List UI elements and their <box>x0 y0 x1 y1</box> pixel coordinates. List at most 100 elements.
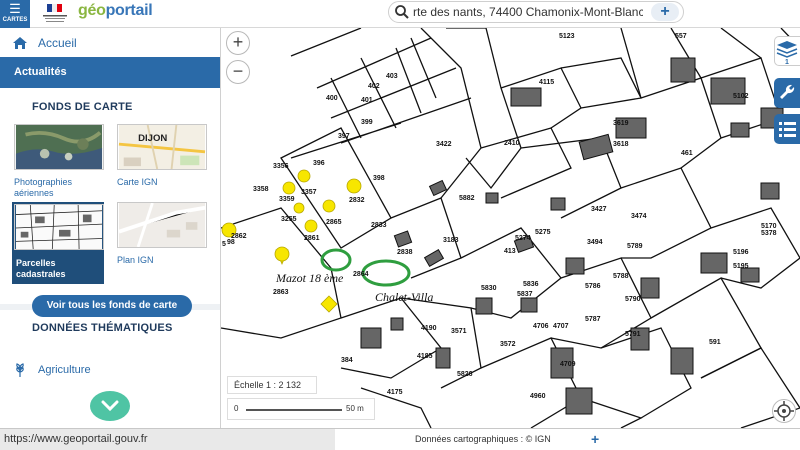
parcel-number: 398 <box>373 175 385 182</box>
parcel-number: 4175 <box>387 389 403 396</box>
parcel-number: 5790 <box>625 296 641 303</box>
parcel-number: 4185 <box>417 353 433 360</box>
parcel-number: 5196 <box>733 249 749 256</box>
parcel-number: 3357 <box>301 189 317 196</box>
parcel-number: 400 <box>326 95 338 102</box>
parcel-number: 5123 <box>559 33 575 40</box>
brand-suffix: portail <box>105 2 153 19</box>
fonds-section-title: FONDS DE CARTE <box>32 101 133 113</box>
parcel-number: 2863 <box>273 289 289 296</box>
fond-parcelles-cadastrales[interactable]: Parcelles cadastrales <box>12 202 104 284</box>
sidebar: Accueil Actualités FONDS DE CARTE Photog… <box>0 28 221 428</box>
search-icon[interactable] <box>394 4 410 20</box>
menu-icon: ☰ <box>9 1 21 16</box>
parcel-number: 3618 <box>613 141 629 148</box>
parcel-number: 98 <box>227 239 235 246</box>
top-bar: ☰ CARTES géoportail + <box>0 0 800 28</box>
parcel-number: 3474 <box>631 213 647 220</box>
home-link[interactable]: Accueil <box>0 28 220 57</box>
parcel-number: 3358 <box>253 186 269 193</box>
legend-button[interactable] <box>774 114 800 144</box>
scale-label: Échelle 1 : 2 132 <box>227 376 317 394</box>
tools-button[interactable] <box>774 78 800 108</box>
chevron-down-icon <box>101 400 119 412</box>
parcel-number: 3427 <box>591 206 607 213</box>
parcel-number: 3494 <box>587 239 603 246</box>
theme-item-agriculture[interactable]: Agriculture <box>0 360 220 380</box>
layers-icon: 1 <box>776 41 798 66</box>
search-bar: + <box>388 1 684 23</box>
search-input[interactable] <box>413 4 643 20</box>
fond-photographies-aeriennes[interactable]: Photographies aériennes <box>14 124 106 199</box>
geoportail-logo[interactable]: géoportail <box>78 2 153 20</box>
scale-end: 50 m <box>346 404 364 413</box>
brand-middle: éo <box>87 2 106 19</box>
parcel-number: 2865 <box>326 219 342 226</box>
parcel-number: 5274 <box>515 235 531 242</box>
status-bar: https://www.geoportail.gouv.fr Données c… <box>0 428 800 450</box>
parcel-number: 557 <box>675 33 687 40</box>
carte-ign-thumbnail: DIJON <box>117 124 207 170</box>
home-icon <box>13 36 27 49</box>
parcel-number: 3359 <box>279 196 295 203</box>
search-add-button[interactable]: + <box>651 3 679 21</box>
fond-label: Plan IGN <box>117 255 154 265</box>
scale-start: 0 <box>234 404 239 413</box>
parcel-number: 3619 <box>613 120 629 127</box>
crosshair-icon <box>774 401 794 421</box>
cadastre-thumbnail <box>14 204 104 250</box>
voir-tous-fonds-button[interactable]: Voir tous les fonds de carte <box>32 295 192 317</box>
parcel-number: 397 <box>338 133 350 140</box>
dijon-label: DIJON <box>138 133 167 144</box>
scroll-down-button[interactable] <box>90 391 130 421</box>
parcel-number: 4115 <box>539 79 554 86</box>
parcel-number: 5 <box>222 241 226 248</box>
fond-label: Parcelles cadastrales <box>16 258 66 279</box>
theme-label: Agriculture <box>38 364 91 376</box>
wheat-icon <box>16 363 24 377</box>
parcel-number: 5791 <box>625 331 641 338</box>
zoom-in-button[interactable]: + <box>226 31 250 55</box>
parcel-number: 3572 <box>500 341 516 348</box>
attribution-bar: Données cartographiques : © IGN + <box>335 429 800 450</box>
parcel-number: 4960 <box>530 393 546 400</box>
map-view[interactable]: 403 402 400 401 399 397 396 398 3356 3357 3358 3359… <box>221 28 800 428</box>
parcel-number: 413 <box>504 248 516 255</box>
parcel-number: 5786 <box>585 283 601 290</box>
cartes-menu-button[interactable]: ☰ CARTES <box>0 0 30 28</box>
list-icon <box>779 122 796 137</box>
annotation-mazot: Mazot 18 ème <box>275 271 344 285</box>
attribution-expand-button[interactable]: + <box>591 429 599 450</box>
fond-plan-ign[interactable]: Plan IGN <box>117 202 209 266</box>
parcel-number: 402 <box>368 83 380 90</box>
parcel-number: 5837 <box>517 291 533 298</box>
cartes-label: CARTES <box>2 17 28 23</box>
parcel-number: 5830 <box>481 285 497 292</box>
cadastral-map[interactable]: 403 402 400 401 399 397 396 398 3356 3357 3358 3359… <box>221 28 800 428</box>
parcel-number: 5789 <box>627 243 643 250</box>
attribution-text: Données cartographiques : © IGN <box>415 434 551 444</box>
fond-carte-ign[interactable]: DIJON Carte IGN <box>117 124 209 188</box>
parcel-number: 384 <box>341 357 353 364</box>
parcel-number: 3571 <box>451 328 467 335</box>
zoom-out-button[interactable]: − <box>226 60 250 84</box>
plan-ign-thumbnail <box>117 202 207 248</box>
parcel-number: 5102 <box>733 93 749 100</box>
republique-francaise-logo <box>37 3 73 25</box>
parcel-number: 2410 <box>504 140 520 147</box>
scale-line <box>246 409 342 411</box>
parcel-number: 4190 <box>421 325 437 332</box>
parcel-number: 5275 <box>535 229 551 236</box>
parcel-number: 2864 <box>353 271 369 278</box>
parcel-number: 4707 <box>553 323 569 330</box>
geolocate-button[interactable] <box>772 399 796 423</box>
parcel-number: 2838 <box>397 249 413 256</box>
fonds-grid: Photographies aériennes DIJON Carte IGN <box>0 124 220 317</box>
layers-button[interactable]: 1 <box>774 36 800 66</box>
parcel-number: 3422 <box>436 141 452 148</box>
parcel-number: 4706 <box>533 323 549 330</box>
actualites-item[interactable]: Actualités <box>0 57 220 88</box>
parcel-number: 5195 <box>733 263 749 270</box>
parcel-number: 2832 <box>349 197 365 204</box>
layer-count: 1 <box>785 59 789 65</box>
